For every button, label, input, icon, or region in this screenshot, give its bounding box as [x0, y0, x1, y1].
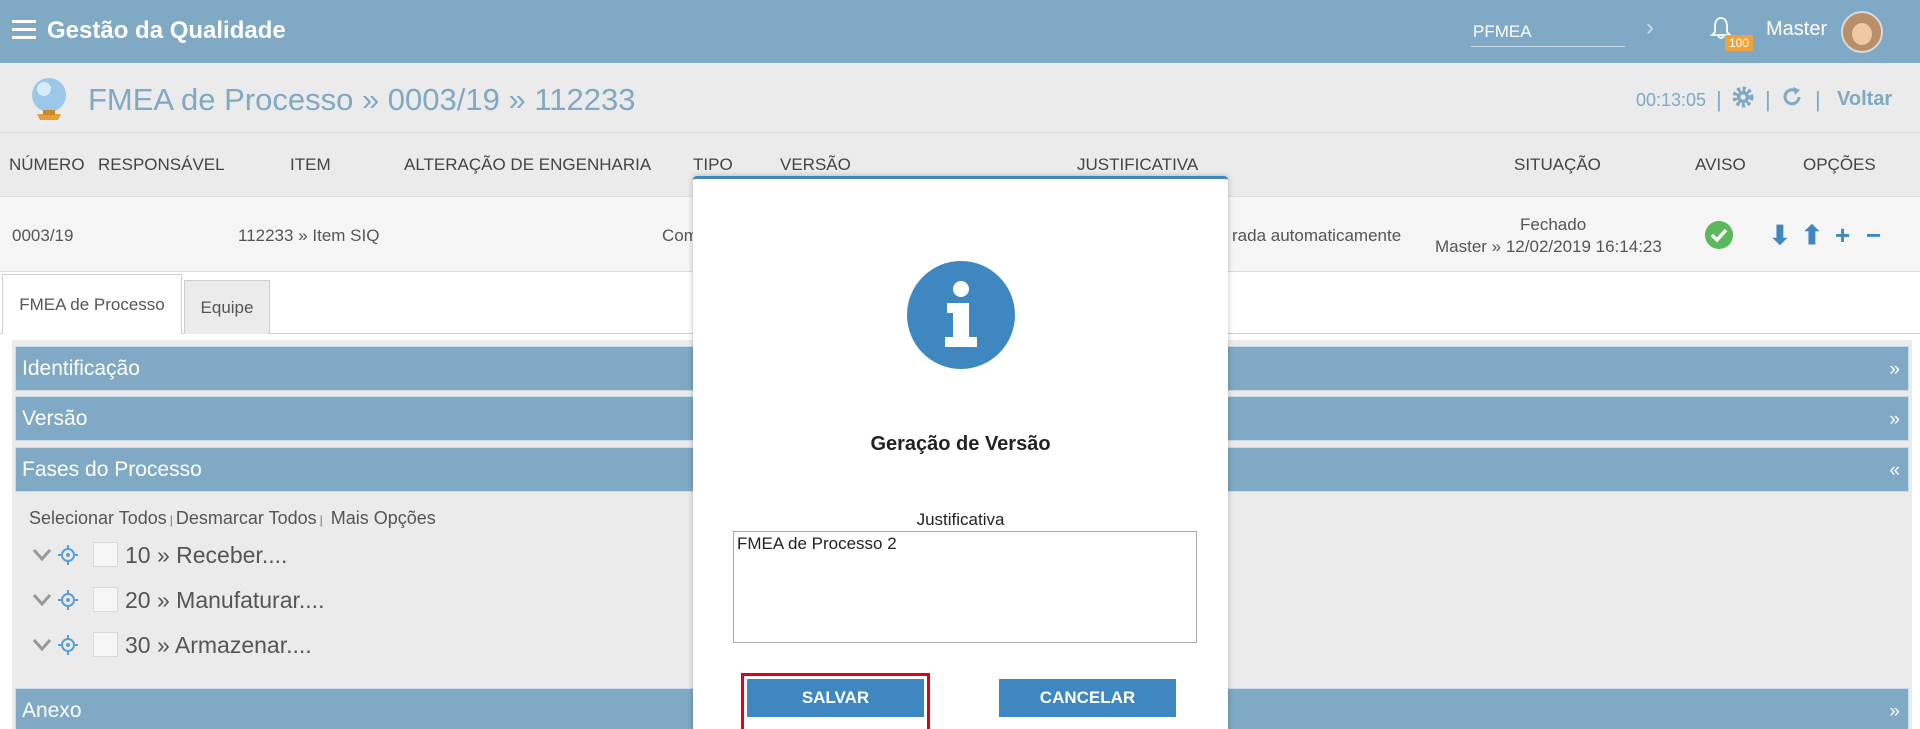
version-dialog: Geração de Versão Justificativa FMEA de … — [693, 176, 1228, 729]
crosshair-icon[interactable] — [57, 589, 79, 611]
select-all-link[interactable]: Selecionar Todos — [29, 508, 167, 528]
chevron-down-icon[interactable] — [32, 637, 52, 653]
cancel-button[interactable]: CANCELAR — [999, 679, 1176, 717]
col-alteracao[interactable]: ALTERAÇÃO DE ENGENHARIA — [404, 155, 651, 175]
deselect-all-link[interactable]: Desmarcar Todos — [176, 508, 317, 528]
phase-checkbox[interactable] — [93, 587, 118, 612]
page-title: FMEA de Processo » 0003/19 » 112233 — [88, 82, 636, 117]
arrow-down-icon[interactable]: ⬇ — [1769, 220, 1791, 251]
crosshair-icon[interactable] — [57, 544, 79, 566]
col-item[interactable]: ITEM — [290, 155, 331, 175]
col-justificativa[interactable]: JUSTIFICATIVA — [1077, 155, 1198, 175]
expand-chevron-icon[interactable]: » — [1889, 359, 1900, 381]
gear-icon[interactable] — [1731, 85, 1755, 109]
phase-label: 20 » Manufaturar.... — [125, 587, 325, 613]
col-versao[interactable]: VERSÃO — [780, 155, 851, 175]
cell-situacao-detail: Master » 12/02/2019 16:14:23 — [1435, 237, 1662, 256]
cell-item: 112233 » Item SIQ — [238, 226, 380, 245]
session-timer: 00:13:05 — [1636, 90, 1707, 110]
expand-chevron-icon[interactable]: » — [1889, 409, 1900, 431]
panel-title: Versão — [22, 407, 88, 430]
minus-icon[interactable]: − — [1866, 220, 1881, 251]
back-button[interactable]: Voltar — [1837, 88, 1892, 111]
panel-title: Anexo — [22, 699, 82, 722]
refresh-icon[interactable] — [1780, 85, 1804, 109]
go-arrow-icon[interactable]: › — [1646, 14, 1654, 42]
user-name[interactable]: Master — [1766, 18, 1827, 41]
module-search-input[interactable] — [1471, 17, 1625, 47]
more-options-link[interactable]: Mais Opções — [331, 508, 436, 528]
header-separator: | — [1765, 87, 1771, 112]
col-situacao[interactable]: SITUAÇÃO — [1514, 155, 1601, 175]
col-opcoes[interactable]: OPÇÕES — [1803, 155, 1876, 175]
chevron-down-icon[interactable] — [32, 592, 52, 608]
chevron-down-icon[interactable] — [32, 547, 52, 563]
panel-title: Identificação — [22, 357, 140, 380]
app-title: Gestão da Qualidade — [47, 17, 286, 44]
selection-links: Selecionar Todos | Desmarcar Todos | Mais O… — [29, 508, 436, 528]
phase-checkbox[interactable] — [93, 542, 118, 567]
avatar[interactable] — [1841, 11, 1883, 53]
justificativa-label: Justificativa — [916, 510, 1005, 529]
justificativa-field[interactable]: FMEA de Processo 2 — [733, 531, 1197, 643]
save-button[interactable]: SALVAR — [747, 679, 924, 717]
plus-icon[interactable]: + — [1835, 220, 1850, 251]
header-separator: | — [1815, 87, 1821, 112]
top-bar — [0, 0, 1920, 63]
hamburger-menu-icon[interactable] — [12, 20, 36, 40]
panel-title: Fases do Processo — [22, 458, 202, 481]
phase-label: 10 » Receber.... — [125, 542, 288, 568]
arrow-up-icon[interactable]: ⬆ — [1801, 220, 1823, 251]
col-responsavel[interactable]: RESPONSÁVEL — [98, 155, 225, 175]
col-numero[interactable]: NÚMERO — [9, 155, 85, 175]
col-aviso[interactable]: AVISO — [1695, 155, 1746, 175]
dialog-title: Geração de Versão — [870, 433, 1051, 455]
info-icon — [907, 261, 1015, 369]
tab-fmea-processo[interactable]: FMEA de Processo — [2, 274, 182, 334]
header-separator: | — [1716, 87, 1722, 112]
collapse-chevron-icon[interactable]: « — [1889, 460, 1900, 482]
check-circle-icon — [1705, 221, 1733, 249]
cell-numero: 0003/19 — [12, 226, 74, 245]
cell-justificativa: rada automaticamente — [1232, 226, 1402, 245]
expand-chevron-icon[interactable]: » — [1889, 701, 1900, 723]
tab-equipe[interactable]: Equipe — [184, 280, 270, 334]
notification-badge: 100 — [1725, 35, 1754, 51]
phase-label: 30 » Armazenar.... — [125, 632, 312, 658]
globe-icon — [32, 78, 66, 120]
crosshair-icon[interactable] — [57, 634, 79, 656]
cell-situacao-status: Fechado — [1520, 215, 1587, 234]
phase-checkbox[interactable] — [93, 632, 118, 657]
col-tipo[interactable]: TIPO — [693, 155, 733, 175]
